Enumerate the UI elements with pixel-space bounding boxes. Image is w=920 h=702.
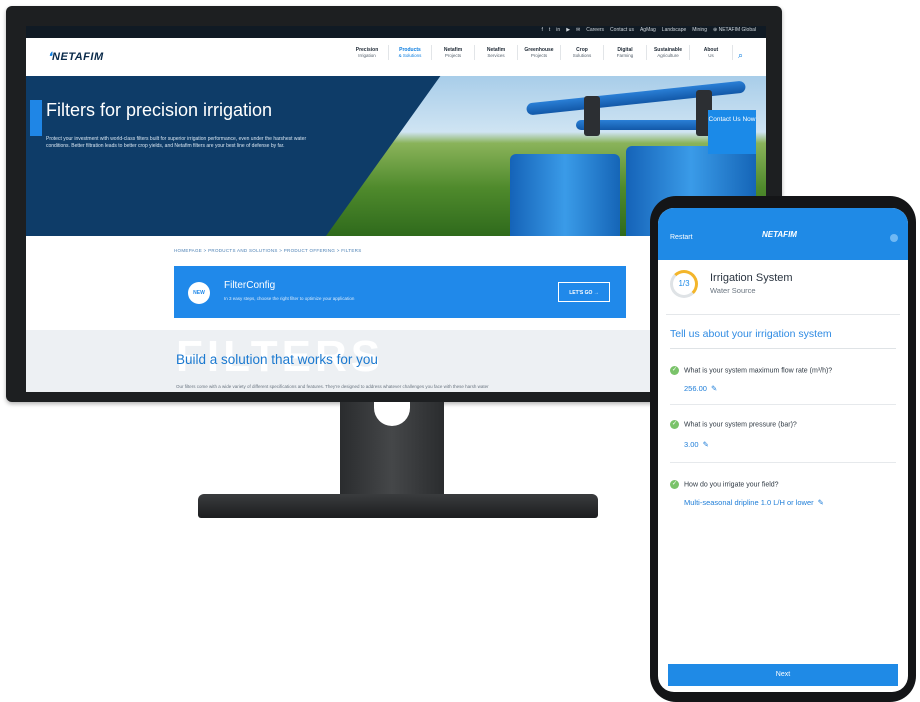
divider (670, 348, 896, 349)
nav-item-sustainable-agriculture[interactable]: Sustainable Agriculture (647, 45, 690, 60)
nav-menu: Precision Irrigation Products & Solutions … (346, 45, 733, 60)
check-icon: ✓ (670, 480, 679, 489)
contact-us-button[interactable]: Contact Us Now (708, 110, 756, 154)
hero-description: Protect your investment with world-class… (46, 136, 307, 149)
nav-item-greenhouse-projects[interactable]: Greenhouse Projects (518, 45, 561, 60)
link-global[interactable]: ⊕ NETAFIM Global (713, 27, 756, 33)
smartphone: Restart NETAFIM 1/3 Irrigation System Wa… (650, 196, 916, 702)
question-irrigation-method: ✓ How do you irrigate your field? (670, 480, 779, 489)
lets-go-button[interactable]: LET'S GO → (558, 282, 610, 302)
step-progress-ring: 1/3 (670, 270, 698, 298)
youtube-icon[interactable]: ▶ (566, 27, 570, 33)
restart-button[interactable]: Restart (670, 234, 693, 241)
filterconfig-title: FilterConfig (224, 280, 276, 291)
netafim-logo-small: NETAFIM (762, 230, 797, 239)
step-subtitle: Water Source (710, 286, 756, 295)
valve-image (584, 96, 600, 136)
question-flow-rate: ✓ What is your system maximum flow rate (… (670, 366, 833, 375)
answer-irrigation-method[interactable]: Multi-seasonal dripline 1.0 L/H or lower… (684, 498, 824, 507)
nav-item-digital-farming[interactable]: Digital Farming (604, 45, 647, 60)
nav-item-crop-solutions[interactable]: Crop Solutions (561, 45, 604, 60)
answer-pressure[interactable]: 3.00 ✎ (684, 440, 709, 449)
divider (670, 462, 896, 463)
divider (670, 404, 896, 405)
hero-side-tab[interactable] (30, 100, 42, 136)
facebook-icon[interactable]: f (542, 27, 543, 33)
check-icon: ✓ (670, 366, 679, 375)
question-pressure: ✓ What is your system pressure (bar)? (670, 420, 797, 429)
nav-item-products-solutions[interactable]: Products & Solutions (389, 45, 432, 60)
filterconfig-subtitle: In 3 easy steps, choose the right filter… (224, 296, 355, 301)
solution-text: Our filters come with a wide variety of … (176, 384, 489, 389)
link-contact-us[interactable]: Contact us (610, 27, 634, 33)
breadcrumb[interactable]: HOMEPAGE > PRODUCTS AND SOLUTIONS > PROD… (174, 248, 362, 253)
app-header: Restart NETAFIM (658, 208, 908, 260)
nav-item-about-us[interactable]: About Us (690, 45, 733, 60)
link-landscape[interactable]: Landscape (662, 27, 686, 33)
step-title: Irrigation System (710, 272, 793, 284)
netafim-logo[interactable]: ❛NETAFIM (48, 50, 104, 63)
mail-icon[interactable]: ✉ (576, 27, 580, 33)
form-heading: Tell us about your irrigation system (670, 328, 832, 340)
monitor-stand-base (198, 494, 598, 518)
link-mining[interactable]: Mining (692, 27, 707, 33)
solution-title: Build a solution that works for you (176, 352, 378, 367)
phone-screen: Restart NETAFIM 1/3 Irrigation System Wa… (658, 208, 908, 692)
next-button[interactable]: Next (668, 664, 898, 686)
new-badge: NEW (188, 282, 210, 304)
link-careers[interactable]: Careers (586, 27, 604, 33)
edit-icon[interactable]: ✎ (703, 440, 709, 449)
hero-title: Filters for precision irrigation (46, 100, 273, 120)
info-icon[interactable] (890, 234, 898, 242)
filter-tank-image (510, 154, 620, 236)
edit-icon[interactable]: ✎ (711, 384, 717, 393)
search-icon[interactable]: ⌕ (738, 50, 743, 61)
filterconfig-banner: NEW FilterConfig In 3 easy steps, choose… (174, 266, 626, 318)
edit-icon[interactable]: ✎ (818, 498, 824, 507)
main-navbar: ❛NETAFIM Precision Irrigation Products & S… (26, 38, 766, 77)
nav-item-netafim-projects[interactable]: Netafim Projects (432, 45, 475, 60)
step-indicator: 1/3 Irrigation System Water Source (666, 266, 900, 315)
answer-flow-rate[interactable]: 256.00 ✎ (684, 384, 717, 393)
utility-links: f t in ▶ ✉ Careers Contact us AgMag Land… (542, 27, 757, 33)
utility-bar: f t in ▶ ✉ Careers Contact us AgMag Land… (26, 26, 766, 38)
linkedin-icon[interactable]: in (556, 27, 560, 33)
nav-item-netafim-services[interactable]: Netafim Services (475, 45, 518, 60)
twitter-icon[interactable]: t (549, 27, 550, 33)
check-icon: ✓ (670, 420, 679, 429)
link-agmag[interactable]: AgMag (640, 27, 656, 33)
nav-item-precision-irrigation[interactable]: Precision Irrigation (346, 45, 389, 60)
